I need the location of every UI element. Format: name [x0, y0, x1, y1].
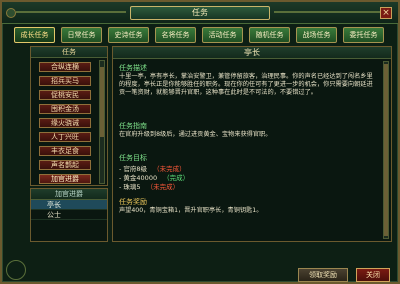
- quest-item[interactable]: 声名鹊起: [39, 160, 91, 170]
- quest-item[interactable]: 丰衣足食: [39, 146, 91, 156]
- goal-text: - 珠璃5: [119, 183, 141, 191]
- quest-item[interactable]: 招兵买马: [39, 76, 91, 86]
- quest-item[interactable]: 人丁兴旺: [39, 132, 91, 142]
- quest-detail-body: 任务描述 十里一亭，亭有亭长，掌治安警卫，兼管停留旅客，治理民事。你的声名已经达…: [117, 63, 379, 239]
- subquest-panel: 加官进爵 亭长 公士: [30, 188, 108, 242]
- goal-line: - 珠璃5 （未完成）: [119, 181, 179, 191]
- subquest-row[interactable]: 公士: [31, 210, 107, 220]
- tab-growth[interactable]: 成长任务: [14, 27, 55, 43]
- quest-item[interactable]: 缘火骁诫: [39, 118, 91, 128]
- quest-title: 亭长: [113, 47, 391, 59]
- quest-list-scrollbar[interactable]: [99, 60, 105, 184]
- tab-commission[interactable]: 委托任务: [343, 27, 384, 43]
- corner-ornament-icon: [6, 260, 26, 280]
- guide-text: 在官府升级到8级后，通过进贡黄金、宝物来获得官职。: [119, 131, 272, 138]
- goal-status-incomplete: （未完成）: [146, 183, 180, 191]
- quest-window: 任务 × 成长任务 日常任务 史诗任务 名将任务 活动任务 随机任务 战场任务 …: [0, 0, 400, 284]
- title-ornament-left: [16, 11, 126, 13]
- window-title: 任务: [130, 6, 270, 20]
- close-icon[interactable]: ×: [380, 7, 392, 19]
- tab-daily[interactable]: 日常任务: [61, 27, 102, 43]
- quest-item[interactable]: 合纵连横: [39, 62, 91, 72]
- reward-label: 任务奖励: [119, 198, 147, 206]
- tab-random[interactable]: 随机任务: [249, 27, 290, 43]
- title-ornament-right: [274, 11, 384, 13]
- tab-battlefield[interactable]: 战场任务: [296, 27, 337, 43]
- quest-item-selected[interactable]: 加官进爵: [39, 174, 91, 184]
- subquest-row-selected[interactable]: 亭长: [31, 200, 107, 210]
- detail-scrollbar[interactable]: [383, 61, 389, 239]
- description-text: 十里一亭，亭有亭长，掌治安警卫，兼管停留旅客，治理民事。你的声名已经达到了闯名乡…: [119, 73, 373, 96]
- quest-item[interactable]: 促桃安民: [39, 90, 91, 100]
- close-button[interactable]: 关闭: [356, 268, 390, 282]
- tab-event[interactable]: 活动任务: [202, 27, 243, 43]
- title-bar: 任务 ×: [2, 2, 398, 24]
- scrollbar-thumb[interactable]: [100, 67, 104, 137]
- guide-label: 任务指南: [119, 122, 147, 130]
- quest-detail-panel: 亭长 任务描述 十里一亭，亭有亭长，掌治安警卫，兼管停留旅客，治理民事。你的声名…: [112, 46, 392, 242]
- tab-general[interactable]: 名将任务: [155, 27, 196, 43]
- bottom-bar: 领取奖励 关闭: [2, 246, 398, 282]
- goal-label: 任务目标: [119, 154, 147, 162]
- quest-list-header: 任务: [31, 47, 107, 58]
- claim-reward-button[interactable]: 领取奖励: [298, 268, 348, 282]
- ornament-icon: [6, 8, 16, 18]
- subquest-header: 加官进爵: [31, 189, 107, 200]
- tab-epic[interactable]: 史诗任务: [108, 27, 149, 43]
- task-category-tabs: 成长任务 日常任务 史诗任务 名将任务 活动任务 随机任务 战场任务 委托任务: [10, 27, 394, 44]
- quest-list-panel: 任务 合纵连横 招兵买马 促桃安民 囤积金汤 缘火骁诫 人丁兴旺 丰衣足食 声名…: [30, 46, 108, 186]
- quest-item[interactable]: 囤积金汤: [39, 104, 91, 114]
- description-label: 任务描述: [119, 64, 147, 72]
- scrollbar-thumb[interactable]: [384, 64, 388, 236]
- reward-text: 声望400，青铜宝箱1，晋升官职亭长，青铜钥匙1。: [119, 207, 263, 214]
